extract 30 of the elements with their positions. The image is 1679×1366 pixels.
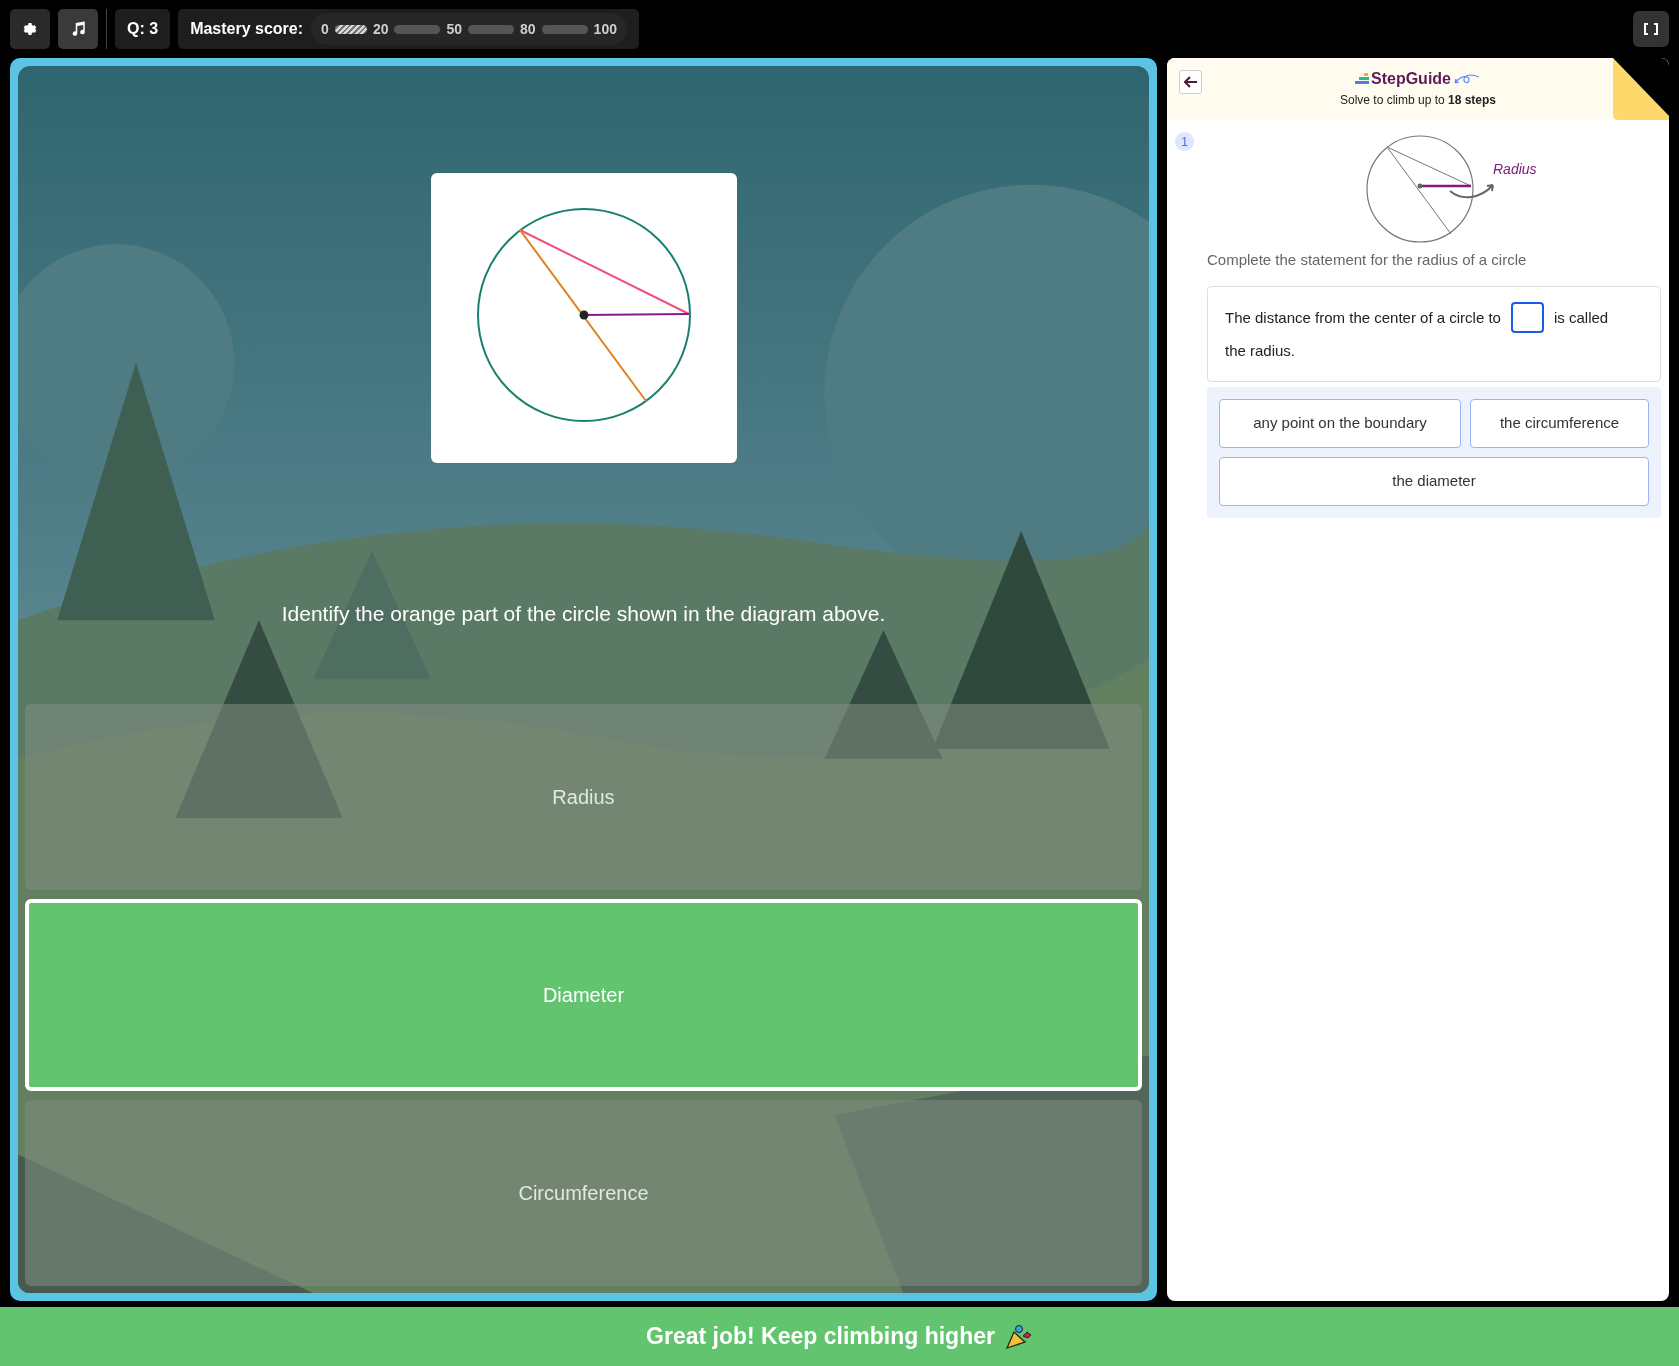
statement-text: The distance from the center of a circle to: [1225, 307, 1501, 328]
question-text: Identify the orange part of the circle shown in the diagram above.: [280, 601, 887, 627]
score-tick: 20: [372, 19, 389, 39]
choice-button[interactable]: any point on the boundary: [1219, 398, 1461, 448]
score-tick: 100: [593, 19, 617, 39]
score-tick: 80: [520, 19, 536, 39]
guide-subtitle: Solve to climb up to 18 steps: [1339, 92, 1497, 109]
swirl-arrow-icon: [1453, 71, 1481, 87]
score-tick: 0: [321, 19, 329, 39]
page-corner-icon: [1613, 58, 1669, 120]
step-prompt: Complete the statement for the radius of a circle: [1207, 250, 1528, 270]
answer-blank[interactable]: [1510, 301, 1544, 333]
fullscreen-button[interactable]: [1633, 11, 1669, 47]
steps-logo-icon: [1355, 73, 1369, 85]
step-number: 1: [1175, 132, 1194, 151]
music-button[interactable]: [58, 9, 98, 49]
statement-text: is called: [1553, 307, 1609, 328]
question-counter: Q: 3: [115, 9, 171, 49]
banner-text: Great job! Keep climbing higher: [646, 1322, 995, 1352]
score-tick: 50: [446, 19, 463, 39]
party-popper-icon: [1004, 1323, 1033, 1350]
choice-button[interactable]: the circumference: [1470, 398, 1649, 448]
logo-text: StepGuide: [1371, 69, 1451, 89]
back-arrow-icon: [1183, 76, 1198, 88]
statement-text: the radius.: [1225, 340, 1297, 361]
mastery-label: Mastery score:: [190, 19, 304, 39]
settings-button[interactable]: [10, 9, 50, 49]
back-button[interactable]: [1179, 70, 1202, 94]
choice-button[interactable]: the diameter: [1219, 456, 1649, 506]
fullscreen-icon: [1644, 23, 1658, 35]
